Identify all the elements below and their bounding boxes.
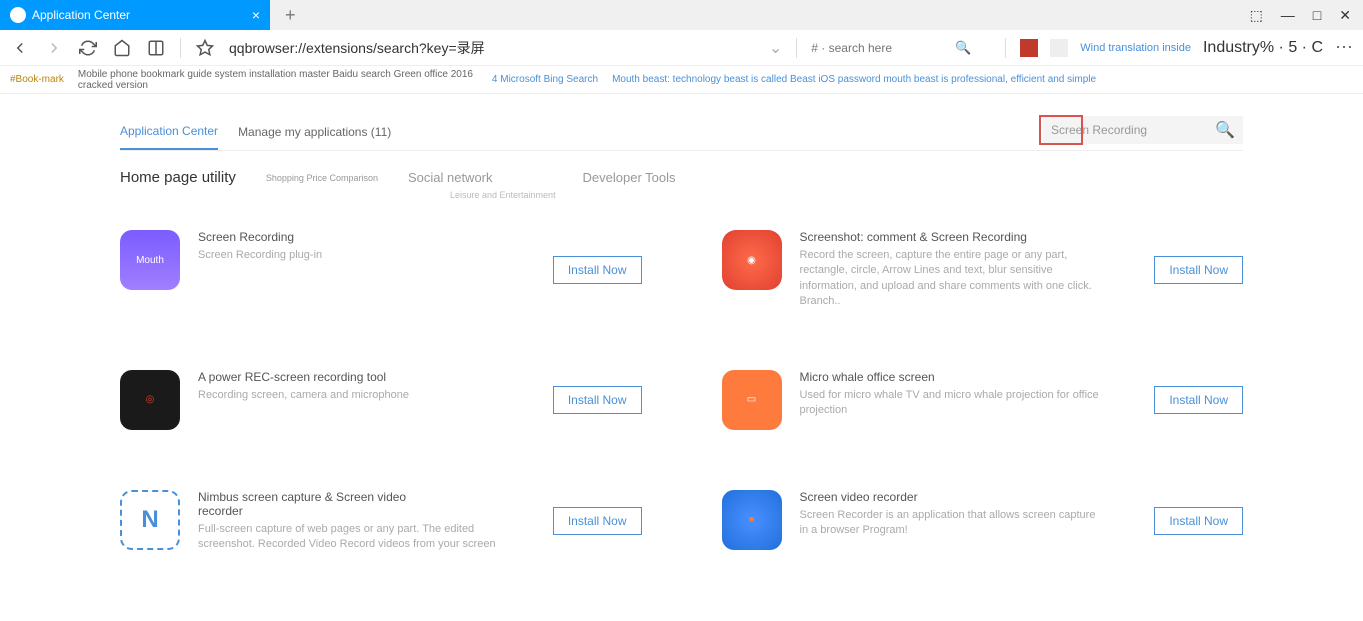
favorite-icon[interactable] xyxy=(195,38,215,58)
reload-button[interactable] xyxy=(78,38,98,58)
app-title[interactable]: Screenshot: comment & Screen Recording xyxy=(800,230,1050,244)
app-icon-screenshot: ◉ xyxy=(722,230,782,290)
app-icon-screen-recording: Mouth xyxy=(120,230,180,290)
cat-dev[interactable]: Developer Tools xyxy=(583,170,676,185)
cat-home[interactable]: Home page utility xyxy=(120,169,236,186)
back-button[interactable] xyxy=(10,38,30,58)
app-title[interactable]: A power REC-screen recording tool xyxy=(198,370,448,384)
url-area: ⌄ 🔍 xyxy=(229,38,991,58)
search-icon[interactable]: 🔍 xyxy=(1215,120,1235,140)
titlebar: Application Center × + ⬚ — □ ✕ xyxy=(0,0,1363,30)
bookmark-link2[interactable]: Mouth beast: technology beast is called … xyxy=(612,74,1096,85)
tab-favicon xyxy=(10,7,26,23)
app-tabs: Application Center Manage my application… xyxy=(120,114,1243,151)
app-icon-power-rec: ◎ xyxy=(120,370,180,430)
install-button[interactable]: Install Now xyxy=(553,507,642,535)
right-nav: Wind translation inside Industry% · 5 · … xyxy=(1020,37,1353,58)
url-dropdown-icon[interactable]: ⌄ xyxy=(769,38,782,58)
content: Application Center Manage my application… xyxy=(0,94,1363,552)
app-card: ◎ A power REC-screen recording tool Reco… xyxy=(120,370,642,430)
minimize-icon[interactable]: — xyxy=(1281,7,1295,23)
reader-button[interactable] xyxy=(146,38,166,58)
app-desc: Record the screen, capture the entire pa… xyxy=(800,248,1100,310)
cat-leisure[interactable]: Leisure and Entertainment xyxy=(450,190,1243,200)
tab-title: Application Center xyxy=(32,8,130,22)
navbar: ⌄ 🔍 Wind translation inside Industry% · … xyxy=(0,30,1363,66)
browser-tab[interactable]: Application Center × xyxy=(0,0,270,30)
search-icon[interactable]: 🔍 xyxy=(955,40,971,56)
close-tab-icon[interactable]: × xyxy=(252,7,260,23)
app-title[interactable]: Nimbus screen capture & Screen video rec… xyxy=(198,490,448,518)
extension-icon-2[interactable] xyxy=(1050,39,1068,57)
app-icon-screen-video: ● xyxy=(722,490,782,550)
app-card: Mouth Screen Recording Screen Recording … xyxy=(120,230,642,310)
new-tab-button[interactable]: + xyxy=(285,5,296,26)
app-card: ◉ Screenshot: comment & Screen Recording… xyxy=(722,230,1244,310)
forward-button[interactable] xyxy=(44,38,64,58)
app-title[interactable]: Screen video recorder xyxy=(800,490,1050,504)
extension-icon-1[interactable] xyxy=(1020,39,1038,57)
install-button[interactable]: Install Now xyxy=(553,386,642,414)
industry-label: Industry% · 5 · C xyxy=(1203,39,1323,57)
cat-social[interactable]: Social network xyxy=(408,170,493,185)
translation-label[interactable]: Wind translation inside xyxy=(1080,42,1191,54)
maximize-icon[interactable]: □ xyxy=(1313,7,1321,23)
search-input[interactable] xyxy=(811,41,951,55)
tab-application-center[interactable]: Application Center xyxy=(120,114,218,150)
close-window-icon[interactable]: ✕ xyxy=(1339,7,1351,24)
app-desc: Used for micro whale TV and micro whale … xyxy=(800,388,1100,419)
app-desc: Screen Recorder is an application that a… xyxy=(800,508,1100,539)
home-button[interactable] xyxy=(112,38,132,58)
search-bar: 🔍 xyxy=(811,40,991,56)
tab-manage-apps[interactable]: Manage my applications (11) xyxy=(238,115,391,149)
app-icon-nimbus: N xyxy=(120,490,180,550)
cat-shopping[interactable]: Shopping Price Comparison xyxy=(266,173,378,183)
app-desc: Full-screen capture of web pages or any … xyxy=(198,522,498,553)
bookmark-second[interactable]: Mobile phone bookmark guide system insta… xyxy=(78,69,478,91)
install-button[interactable]: Install Now xyxy=(1154,386,1243,414)
pin-icon[interactable]: ⬚ xyxy=(1250,7,1263,24)
install-button[interactable]: Install Now xyxy=(1154,507,1243,535)
app-card: N Nimbus screen capture & Screen video r… xyxy=(120,490,642,553)
app-title[interactable]: Micro whale office screen xyxy=(800,370,1050,384)
app-card: ▭ Micro whale office screen Used for mic… xyxy=(722,370,1244,430)
extension-search-input[interactable] xyxy=(1051,123,1215,137)
bookmark-link[interactable]: 4 Microsoft Bing Search xyxy=(492,74,598,85)
app-desc: Screen Recording plug-in xyxy=(198,248,498,263)
url-input[interactable] xyxy=(229,40,629,56)
install-button[interactable]: Install Now xyxy=(553,256,642,284)
install-button[interactable]: Install Now xyxy=(1154,256,1243,284)
app-grid: Mouth Screen Recording Screen Recording … xyxy=(120,230,1243,552)
app-icon-micro-whale: ▭ xyxy=(722,370,782,430)
bookmark-bar: #Book-mark Mobile phone bookmark guide s… xyxy=(0,66,1363,94)
app-title[interactable]: Screen Recording xyxy=(198,230,448,244)
app-card: ● Screen video recorder Screen Recorder … xyxy=(722,490,1244,553)
more-menu-icon[interactable]: ⋯ xyxy=(1335,37,1353,58)
app-desc: Recording screen, camera and microphone xyxy=(198,388,498,403)
bookmark-first[interactable]: #Book-mark xyxy=(10,74,64,85)
extension-search: 🔍 xyxy=(1043,116,1243,144)
window-controls: ⬚ — □ ✕ xyxy=(1250,7,1363,24)
